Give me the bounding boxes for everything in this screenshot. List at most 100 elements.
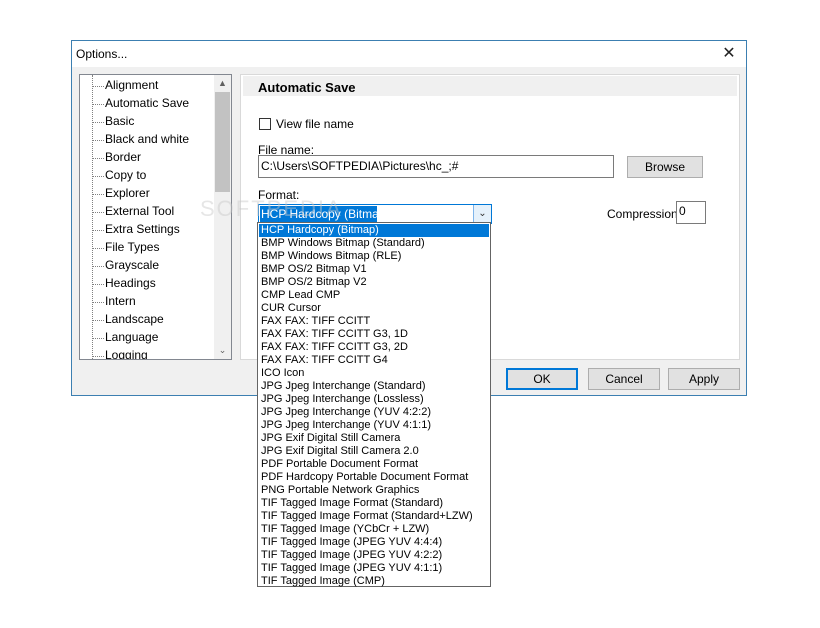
view-file-name-checkbox[interactable] — [259, 118, 271, 130]
sidebar-item-label: Headings — [105, 276, 156, 290]
format-option[interactable]: TIF Tagged Image Format (Standard) — [259, 497, 489, 510]
tree-connector — [92, 248, 104, 249]
scroll-thumb[interactable] — [215, 92, 230, 192]
chevron-down-icon[interactable]: ⌄ — [473, 205, 491, 223]
panel-title: Automatic Save — [258, 80, 356, 95]
format-option[interactable]: TIF Tagged Image (JPEG YUV 4:2:2) — [259, 549, 489, 562]
tree-connector — [92, 230, 104, 231]
tree-connector — [92, 140, 104, 141]
format-option[interactable]: FAX FAX: TIFF CCITT G3, 2D — [259, 341, 489, 354]
tree-connector — [92, 320, 104, 321]
sidebar-item[interactable]: File Types — [80, 239, 220, 257]
sidebar-item-label: Grayscale — [105, 258, 160, 272]
format-option[interactable]: CUR Cursor — [259, 302, 489, 315]
format-option[interactable]: CMP Lead CMP — [259, 289, 489, 302]
sidebar-item[interactable]: Basic — [80, 113, 220, 131]
format-select[interactable]: HCP Hardcopy (Bitmap) ⌄ — [258, 204, 492, 224]
tree-connector — [92, 266, 104, 267]
sidebar-item[interactable]: Extra Settings — [80, 221, 220, 239]
sidebar-item-label: Basic — [105, 114, 135, 128]
format-option[interactable]: JPG Jpeg Interchange (Lossless) — [259, 393, 489, 406]
browse-button[interactable]: Browse — [627, 156, 703, 178]
sidebar-item[interactable]: Border — [80, 149, 220, 167]
tree-connector — [92, 212, 104, 213]
sidebar-item[interactable]: Alignment — [80, 77, 220, 95]
sidebar-item-label: Intern — [105, 294, 136, 308]
tree-connector — [92, 86, 104, 87]
format-option[interactable]: PDF Portable Document Format — [259, 458, 489, 471]
sidebar-item[interactable]: Landscape — [80, 311, 220, 329]
sidebar-item-label: Black and white — [105, 132, 190, 146]
format-option[interactable]: BMP OS/2 Bitmap V2 — [259, 276, 489, 289]
sidebar-item-label: Landscape — [105, 312, 164, 326]
sidebar-item-label: Extra Settings — [105, 222, 180, 236]
sidebar-item[interactable]: External Tool — [80, 203, 220, 221]
sidebar-item-label: Language — [105, 330, 159, 344]
sidebar-item[interactable]: Intern — [80, 293, 220, 311]
sidebar-item[interactable]: Logging — [80, 347, 220, 360]
sidebar-item[interactable]: Black and white — [80, 131, 220, 149]
format-option[interactable]: TIF Tagged Image (CMP) — [259, 575, 489, 588]
sidebar-item-label: Copy to — [105, 168, 147, 182]
sidebar-item[interactable]: Explorer — [80, 185, 220, 203]
category-tree[interactable]: Alignment Automatic Save Basic Black and wh… — [79, 74, 232, 360]
format-option[interactable]: JPG Exif Digital Still Camera — [259, 432, 489, 445]
tree-connector — [92, 284, 104, 285]
format-dropdown-list[interactable]: HCP Hardcopy (Bitmap) BMP Windows Bitmap … — [257, 222, 491, 587]
tree-connector — [92, 356, 104, 357]
file-name-input[interactable]: C:\Users\SOFTPEDIA\Pictures\hc_;# — [258, 155, 614, 178]
close-icon[interactable]: ✕ — [714, 41, 744, 67]
format-option[interactable]: JPG Jpeg Interchange (Standard) — [259, 380, 489, 393]
format-option[interactable]: ICO Icon — [259, 367, 489, 380]
format-option[interactable]: JPG Exif Digital Still Camera 2.0 — [259, 445, 489, 458]
format-option[interactable]: HCP Hardcopy (Bitmap) — [259, 224, 489, 237]
sidebar-item[interactable]: Copy to — [80, 167, 220, 185]
format-option[interactable]: TIF Tagged Image (YCbCr + LZW) — [259, 523, 489, 536]
sidebar-item-label: File Types — [105, 240, 160, 254]
scroll-down-icon[interactable]: ⌄ — [214, 342, 231, 359]
format-option[interactable]: BMP Windows Bitmap (Standard) — [259, 237, 489, 250]
compression-input[interactable]: 0 — [676, 201, 706, 224]
format-option[interactable]: BMP Windows Bitmap (RLE) — [259, 250, 489, 263]
sidebar-item-label: Automatic Save — [105, 96, 190, 110]
format-option[interactable]: FAX FAX: TIFF CCITT G4 — [259, 354, 489, 367]
scroll-up-icon[interactable]: ▲ — [214, 75, 231, 92]
format-option[interactable]: TIF Tagged Image Format (Standard+LZW) — [259, 510, 489, 523]
window-title: Options... — [76, 47, 128, 61]
format-option[interactable]: FAX FAX: TIFF CCITT G3, 1D — [259, 328, 489, 341]
apply-button[interactable]: Apply — [668, 368, 740, 390]
sidebar-item-label: Logging — [105, 348, 148, 360]
format-option[interactable]: FAX FAX: TIFF CCITT — [259, 315, 489, 328]
sidebar-item-label: Border — [105, 150, 142, 164]
view-file-name-label: View file name — [276, 117, 354, 131]
format-option[interactable]: JPG Jpeg Interchange (YUV 4:2:2) — [259, 406, 489, 419]
tree-connector — [92, 104, 104, 105]
tree-connector — [92, 194, 104, 195]
format-option[interactable]: PDF Hardcopy Portable Document Format — [259, 471, 489, 484]
tree-connector — [92, 338, 104, 339]
format-option[interactable]: TIF Tagged Image (JPEG YUV 4:4:4) — [259, 536, 489, 549]
sidebar-item-label: External Tool — [105, 204, 175, 218]
format-label: Format: — [258, 188, 300, 202]
format-option[interactable]: PNG Portable Network Graphics — [259, 484, 489, 497]
format-option[interactable]: BMP OS/2 Bitmap V1 — [259, 263, 489, 276]
tree-connector — [92, 176, 104, 177]
tree-scrollbar[interactable]: ▲ ⌄ — [214, 75, 231, 359]
panel-header: Automatic Save — [243, 76, 737, 96]
sidebar-item-label: Alignment — [105, 78, 159, 92]
tree-connector — [92, 122, 104, 123]
sidebar-item[interactable]: Headings — [80, 275, 220, 293]
format-selected-value: HCP Hardcopy (Bitmap) — [260, 206, 390, 222]
tree-connector — [92, 302, 104, 303]
cancel-button[interactable]: Cancel — [588, 368, 660, 390]
sidebar-item[interactable]: Language — [80, 329, 220, 347]
sidebar-item[interactable]: Grayscale — [80, 257, 220, 275]
ok-button[interactable]: OK — [506, 368, 578, 390]
format-option[interactable]: JPG Jpeg Interchange (YUV 4:1:1) — [259, 419, 489, 432]
sidebar-item[interactable]: Automatic Save — [80, 95, 220, 113]
tree-connector — [92, 158, 104, 159]
compression-label: Compression: — [607, 207, 682, 221]
format-option[interactable]: TIF Tagged Image (JPEG YUV 4:1:1) — [259, 562, 489, 575]
sidebar-item-label: Explorer — [105, 186, 150, 200]
title-bar[interactable]: Options... ✕ — [72, 41, 746, 67]
